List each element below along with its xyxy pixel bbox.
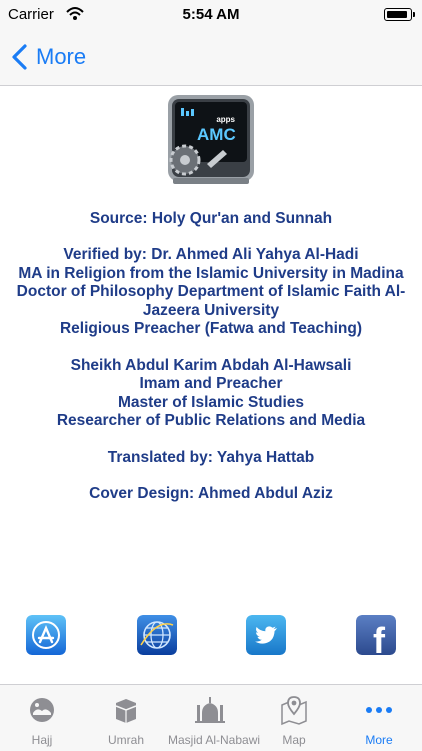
credit-line: Verified by: Dr. Ahmed Ali Yahya Al-Hadi xyxy=(63,246,359,263)
status-bar: Carrier 5:54 AM xyxy=(0,0,422,30)
tab-umrah[interactable]: Umrah xyxy=(84,685,168,751)
twitter-button[interactable] xyxy=(246,615,286,655)
credit-line: Imam and Preacher xyxy=(139,375,283,392)
credits-sheikh: Sheikh Abdul Karim Abdah Al-Hawsali Imam… xyxy=(0,357,422,431)
logo-small-text: apps xyxy=(216,115,235,124)
app-store-button[interactable] xyxy=(26,615,66,655)
kaaba-icon xyxy=(115,699,137,723)
credits-verifier: Verified by: Dr. Ahmed Ali Yahya Al-Hadi… xyxy=(0,246,422,339)
website-globe-icon xyxy=(137,615,177,655)
social-links: f xyxy=(0,615,422,659)
about-content: apps AMC Source: Holy Qur'an and Sunnah … xyxy=(0,86,422,504)
credit-line: Religious Preacher (Fatwa and Teaching) xyxy=(59,320,363,337)
credit-line: MA in Religion from the Islamic Universi… xyxy=(18,264,404,282)
battery-icon xyxy=(384,8,415,21)
credits-translator: Translated by: Yahya Hattab xyxy=(0,449,422,468)
credit-line: Doctor of Philosophy Department of Islam… xyxy=(16,283,406,319)
status-time: 5:54 AM xyxy=(182,6,240,23)
credits-source: Source: Holy Qur'an and Sunnah xyxy=(0,210,422,229)
mosque-icon xyxy=(195,697,225,723)
more-icon xyxy=(366,707,392,713)
credit-line: Translated by: Yahya Hattab xyxy=(107,448,315,466)
tab-label: Hajj xyxy=(31,733,53,747)
credit-line: Researcher of Public Relations and Media xyxy=(56,412,366,429)
back-label: More xyxy=(36,44,87,69)
navigation-bar: More xyxy=(0,30,422,86)
tab-more[interactable]: More xyxy=(336,685,422,751)
tab-label: More xyxy=(365,733,393,747)
tab-label: Umrah xyxy=(107,733,144,747)
facebook-icon: f xyxy=(356,615,396,655)
tab-masjid-al-nabawi[interactable]: Masjid Al-Nabawi xyxy=(168,685,261,751)
back-button[interactable]: More xyxy=(10,41,86,73)
hajj-icon xyxy=(30,698,54,722)
facebook-glyph: f xyxy=(373,620,386,655)
amc-apps-logo: apps AMC xyxy=(168,95,254,184)
app-store-icon xyxy=(26,615,66,655)
facebook-button[interactable]: f xyxy=(356,615,396,655)
logo-big-text: AMC xyxy=(197,125,236,144)
chevron-left-icon xyxy=(12,44,27,70)
tab-hajj[interactable]: Hajj xyxy=(0,685,84,751)
credits-list: Source: Holy Qur'an and Sunnah Verified … xyxy=(0,192,422,504)
credit-line: Source: Holy Qur'an and Sunnah xyxy=(89,209,333,227)
tab-label: Map xyxy=(282,733,306,747)
website-button[interactable] xyxy=(137,615,177,655)
credit-line: Cover Design: Ahmed Abdul Aziz xyxy=(89,485,333,502)
credit-line: Sheikh Abdul Karim Abdah Al-Hawsali xyxy=(70,356,352,374)
twitter-icon xyxy=(246,615,286,655)
credit-line: Master of Islamic Studies xyxy=(117,393,305,411)
tab-label: Masjid Al-Nabawi xyxy=(168,733,261,747)
map-icon xyxy=(281,696,307,726)
tab-map[interactable]: Map xyxy=(252,685,336,751)
credits-cover-design: Cover Design: Ahmed Abdul Aziz xyxy=(0,485,422,504)
tab-bar: Hajj Umrah Masjid Al-Nabawi Map More xyxy=(0,684,422,751)
